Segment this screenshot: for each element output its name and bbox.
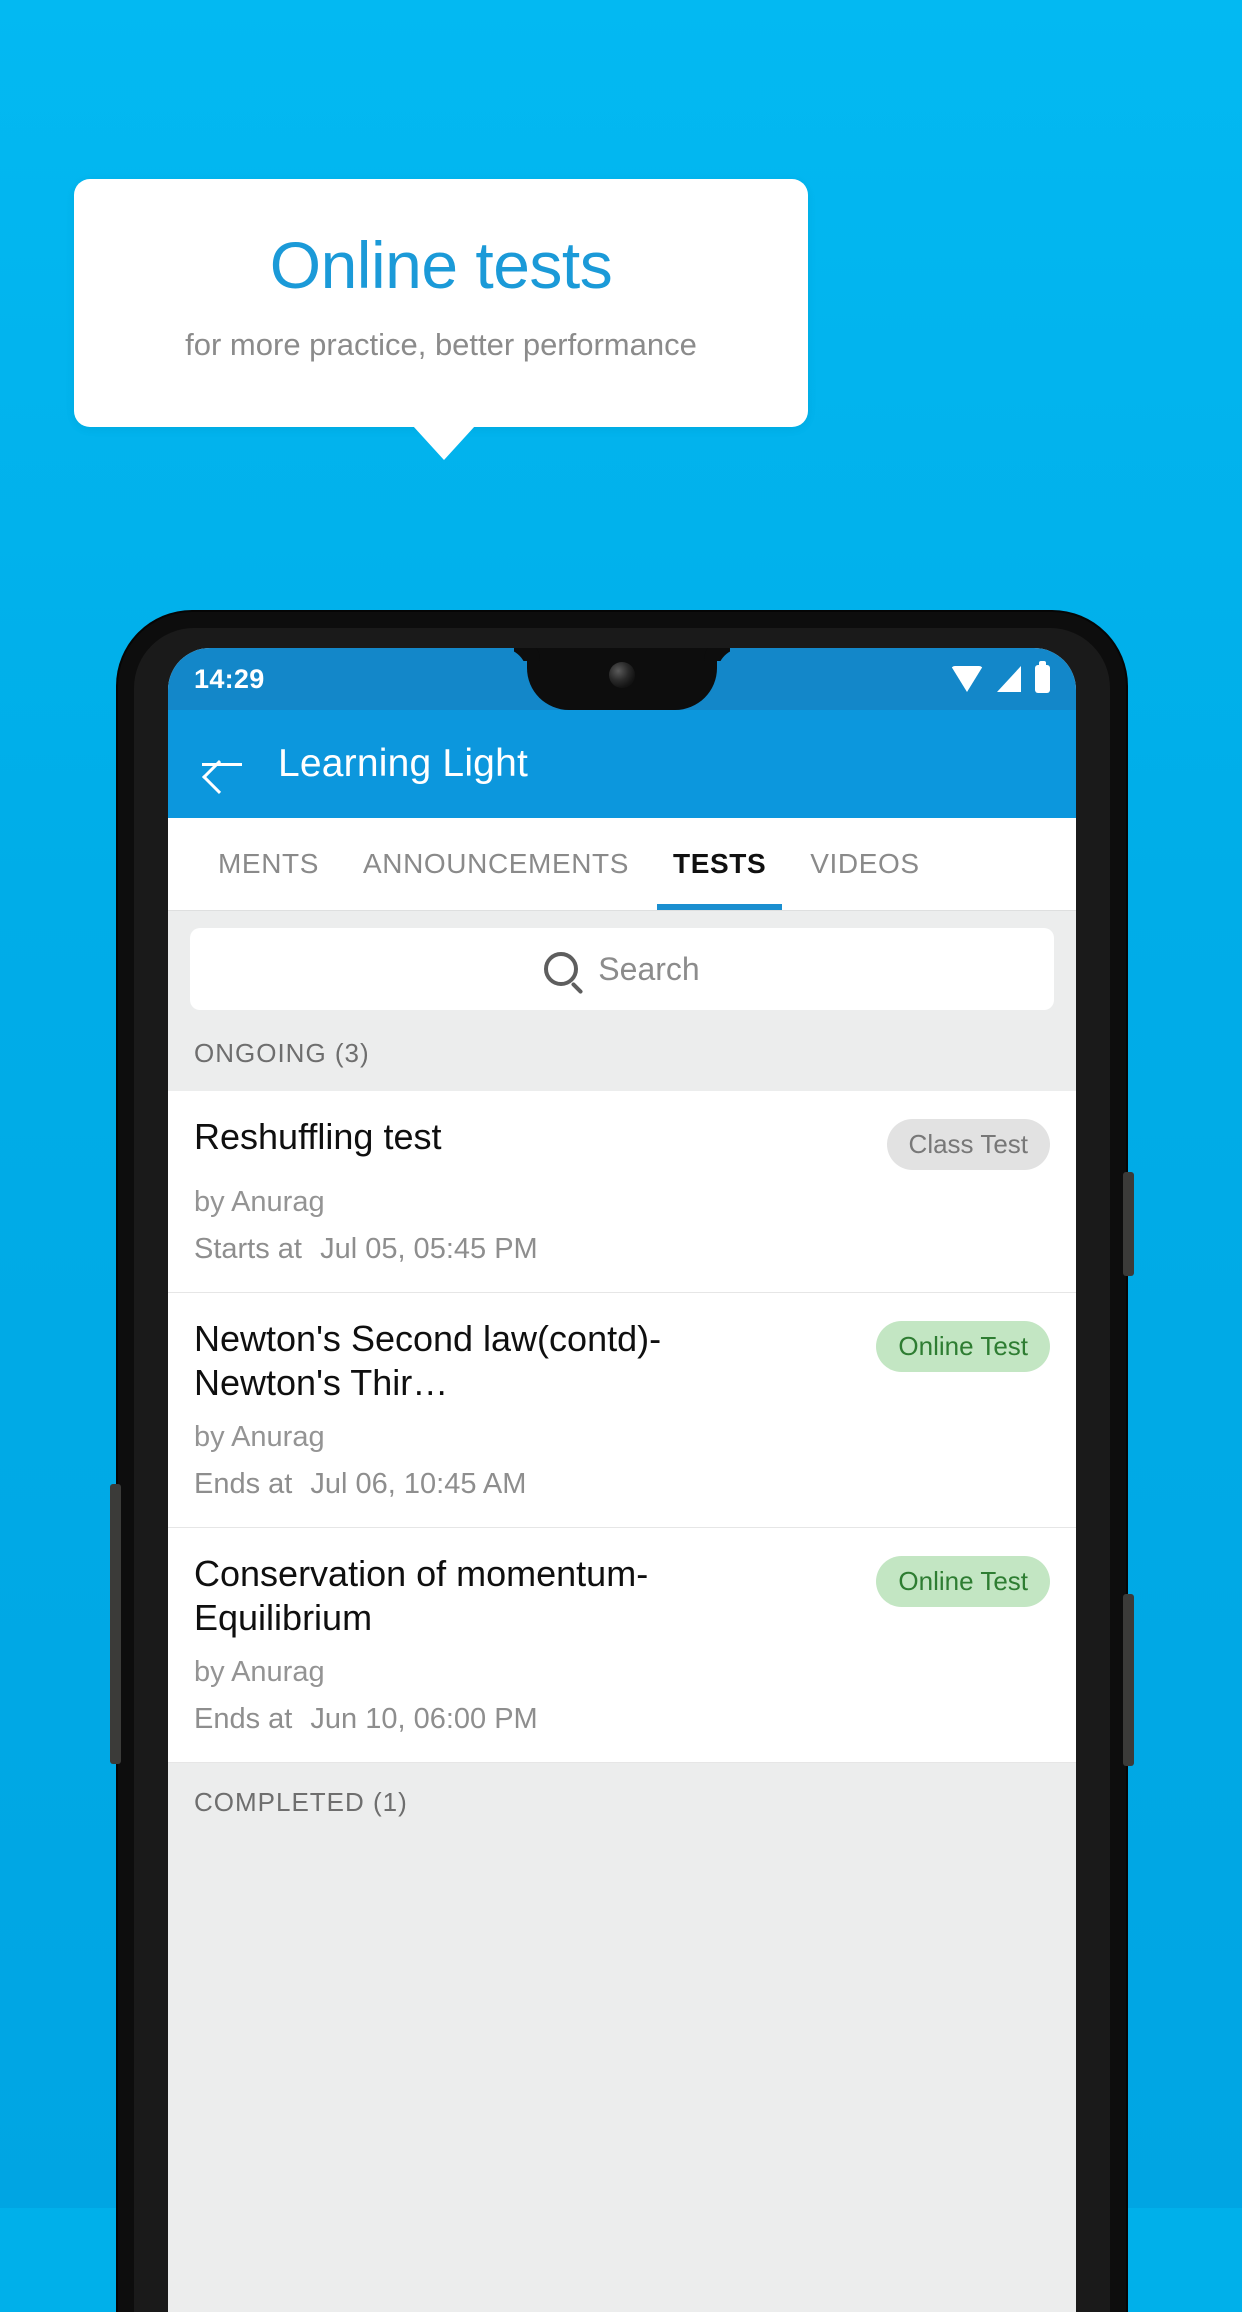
wifi-icon: [951, 666, 983, 692]
test-author: by Anurag: [194, 1655, 325, 1688]
phone-power-button: [1123, 1172, 1134, 1276]
status-badge: Class Test: [886, 1119, 1050, 1170]
test-time-label: Ends at: [194, 1702, 293, 1735]
test-author: by Anurag: [194, 1420, 325, 1453]
phone-volume-button-left: [110, 1484, 121, 1764]
test-time: Starts at Jul 05, 05:45 PM: [194, 1233, 1050, 1266]
tab-bar: MENTS ANNOUNCEMENTS TESTS VIDEOS: [168, 818, 1076, 910]
test-time-value: Jun 10, 06:00 PM: [310, 1702, 538, 1735]
phone-mockup: 14:29 Learning Light MENTS ANNOUNCEMENTS…: [110, 612, 1134, 2312]
section-header-completed: COMPLETED (1): [168, 1762, 1076, 1828]
test-title: Newton's Second law(contd)-Newton's Thir…: [194, 1318, 662, 1403]
search-icon: [544, 952, 579, 986]
tab-tests[interactable]: TESTS: [651, 818, 788, 910]
status-badge: Online Test: [876, 1555, 1050, 1607]
test-time-value: Jul 06, 10:45 AM: [310, 1467, 527, 1500]
test-title: Conservation of momentum-Equilibrium: [194, 1552, 649, 1638]
status-icons: [951, 661, 1050, 693]
front-camera: [609, 662, 635, 688]
phone-screen: 14:29 Learning Light MENTS ANNOUNCEMENTS…: [168, 648, 1076, 2312]
app-bar-title: Learning Light: [278, 742, 528, 785]
test-time-value: Jul 05, 05:45 PM: [320, 1233, 538, 1265]
app-bar: Learning Light: [168, 710, 1076, 818]
tab-ments[interactable]: MENTS: [196, 818, 341, 910]
test-time: Ends at Jul 06, 10:45 AM: [194, 1468, 1050, 1501]
promo-callout-tail: [413, 426, 475, 460]
search-placeholder: Search: [598, 950, 700, 987]
test-title: Reshuffling test: [194, 1116, 442, 1157]
table-row[interactable]: Reshuffling test Class Test by Anurag St…: [168, 1091, 1076, 1293]
status-time: 14:29: [194, 663, 265, 694]
test-item-header: Newton's Second law(contd)-Newton's Thir…: [194, 1317, 1050, 1405]
test-item-header: Reshuffling test Class Test: [194, 1115, 1050, 1170]
promo-subtitle: for more practice, better performance: [185, 327, 697, 363]
table-row[interactable]: Newton's Second law(contd)-Newton's Thir…: [168, 1293, 1076, 1528]
table-row[interactable]: Conservation of momentum-Equilibrium Onl…: [168, 1528, 1076, 1763]
tab-announcements[interactable]: ANNOUNCEMENTS: [341, 818, 651, 910]
test-item-header: Conservation of momentum-Equilibrium Onl…: [194, 1552, 1050, 1640]
back-arrow-icon[interactable]: [200, 741, 246, 787]
tests-content: Search ONGOING (3) Reshuffling test Clas…: [168, 910, 1076, 2312]
section-header-ongoing: ONGOING (3): [168, 1030, 1076, 1091]
promo-callout-card: Online tests for more practice, better p…: [74, 179, 808, 427]
battery-icon: [1035, 661, 1050, 693]
phone-volume-button-right: [1123, 1594, 1134, 1766]
tab-videos[interactable]: VIDEOS: [788, 818, 941, 910]
signal-icon: [997, 666, 1021, 692]
test-time: Ends at Jun 10, 06:00 PM: [194, 1703, 1050, 1736]
search-container: Search: [168, 910, 1076, 1030]
test-time-label: Ends at: [194, 1467, 293, 1500]
test-author: by Anurag: [194, 1186, 325, 1218]
search-input[interactable]: Search: [190, 928, 1054, 1010]
test-time-label: Starts at: [194, 1233, 302, 1265]
status-badge: Online Test: [876, 1321, 1050, 1372]
status-bar: 14:29: [168, 648, 1076, 710]
tests-list: Reshuffling test Class Test by Anurag St…: [168, 1091, 1076, 1763]
promo-title: Online tests: [269, 227, 613, 302]
